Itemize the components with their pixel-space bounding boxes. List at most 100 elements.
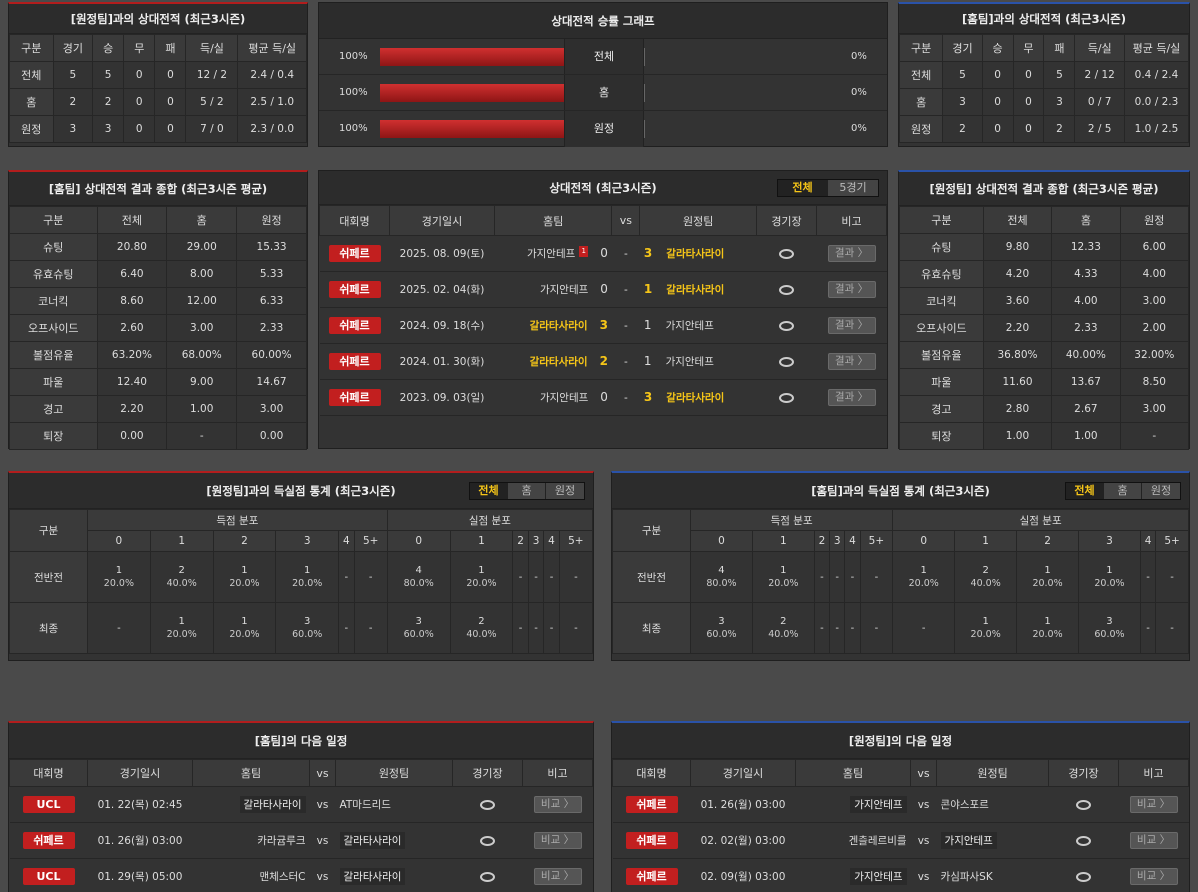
table-cell: 0 (1012, 115, 1045, 143)
away-score: 1 (643, 318, 652, 332)
table-row: 볼점유율 63.20% 68.00% 60.00% (9, 341, 307, 369)
count: - (1146, 571, 1150, 583)
result-button[interactable]: 결과 〉 (827, 281, 876, 298)
away-team-cell: 1 가지안테프 (639, 343, 757, 380)
count: - (1170, 622, 1174, 634)
tab-all[interactable]: 전체 (778, 180, 828, 196)
row-label: 코너킥 (9, 287, 98, 315)
count: 1 (241, 616, 248, 627)
compare-button[interactable]: 비교 〉 (533, 832, 582, 849)
compare-button[interactable]: 비교 〉 (1129, 796, 1178, 813)
home-schedule-panel: [홈팀]의 다음 일정 대회명 경기일시 홈팀 vs 원정팀 경기장 비고 UCL 01. 22… (8, 721, 594, 892)
table-row: 쉬페르 02. 02(월) 03:00 겐츨레르비를 vs 가지안테프 비교 〉 (612, 822, 1189, 859)
column-header: 경기일시 (690, 759, 796, 787)
table-cell: 1.00 (1051, 422, 1121, 450)
table-row: 코너킥 3.60 4.00 3.00 (899, 287, 1190, 315)
goal-count-header: 4 (338, 530, 355, 552)
win-bar-fill (380, 120, 564, 138)
percent: 80.0% (706, 578, 737, 589)
table-cell: 0 (154, 61, 187, 89)
result-button[interactable]: 결과 〉 (827, 353, 876, 370)
home-team: 가지안테프 (850, 868, 907, 885)
win-bar-track (380, 84, 564, 102)
tab-5-games[interactable]: 5경기 (828, 180, 878, 196)
row-label: 볼점유율 (899, 341, 984, 369)
count: 3 (1106, 616, 1113, 627)
count: - (549, 622, 554, 634)
league-badge: 쉬페르 (625, 868, 678, 885)
dist-cell: 4 80.0% (690, 551, 753, 603)
tab-away[interactable]: 원정 (546, 483, 584, 499)
column-header: 원정 (236, 206, 307, 234)
tab-all[interactable]: 전체 (470, 483, 508, 499)
column-header: 경기 (942, 34, 983, 62)
table-cell: 4.20 (982, 260, 1053, 288)
dist-cell: - (543, 602, 560, 654)
result-button[interactable]: 결과 〉 (827, 245, 876, 262)
table-cell: 2.4 / 0.4 (237, 61, 307, 89)
column-header: 원정팀 (639, 205, 757, 236)
dist-cell: 3 60.0% (1078, 602, 1141, 654)
home-team: 가지안테프 (850, 796, 907, 813)
right-percent: 0% (851, 123, 867, 134)
row-label: 오프사이드 (899, 314, 984, 342)
column-header: 대회명 (9, 759, 88, 787)
goal-count-header: 1 (954, 530, 1018, 552)
row-label: 원정 (898, 115, 944, 143)
compare-button[interactable]: 비교 〉 (1129, 832, 1178, 849)
dist-cell: - (829, 551, 846, 603)
dist-cell: - (512, 551, 529, 603)
home-team: 가지안테프 (539, 284, 589, 296)
stadium-icon (1076, 835, 1091, 846)
column-header: 평균 득/실 (237, 34, 307, 62)
dist-cell: 1 20.0% (954, 602, 1018, 654)
dist-cell: 2 40.0% (751, 602, 815, 654)
home-h2h-table: 구분 경기 승 무 패 득/실 평균 득/실 전체 5 0 0 5 2 / 12 0.4 / 2.4 홈 3 0… (898, 34, 1190, 143)
header-row: 대회명 경기일시 홈팀 vs 원정팀 경기장 비고 (612, 759, 1189, 787)
table-cell: 0 (1012, 88, 1045, 116)
count: 4 (415, 565, 422, 576)
away-h2h-title: [원정팀]과의 상대전적 (최근3시즌) (9, 4, 307, 34)
table-cell: 2 / 12 (1074, 61, 1125, 89)
dist-cell: 1 20.0% (1078, 551, 1141, 603)
count: - (117, 622, 121, 634)
table-cell: - (166, 422, 238, 450)
count: 2 (478, 616, 485, 627)
tab-home[interactable]: 홈 (1104, 483, 1142, 499)
dist-cell: 1 20.0% (751, 551, 815, 603)
dist-cell: - (813, 602, 831, 654)
header-row: 대회명 경기일시 홈팀 vs 원정팀 경기장 비고 (319, 205, 887, 236)
compare-button[interactable]: 비교 〉 (533, 868, 582, 885)
tab-home[interactable]: 홈 (508, 483, 546, 499)
goal-count-header: 3 (829, 530, 846, 552)
win-bar-fill (380, 84, 564, 102)
compare-button[interactable]: 비교 〉 (1129, 868, 1178, 885)
table-row: 쉬페르 2024. 01. 30(화) 갈라타사라이 2-1 가지안테프 결과 〉 (319, 343, 887, 380)
away-team: 가지안테프 (940, 832, 997, 849)
percent: 60.0% (1094, 629, 1125, 640)
column-header: 경기장 (452, 759, 523, 787)
percent: 20.0% (970, 629, 1001, 640)
header-row: 구분 경기 승 무 패 득/실 평균 득/실 (898, 34, 1190, 62)
table-row: 쉬페르 2024. 09. 18(수) 갈라타사라이 3-1 가지안테프 결과 〉 (319, 307, 887, 344)
table-cell: 0.00 (236, 422, 307, 450)
stadium-icon (1076, 871, 1091, 882)
away-schedule-table: 대회명 경기일시 홈팀 vs 원정팀 경기장 비고 쉬페르 01. 26(월) 03:00 가지안… (612, 759, 1189, 892)
row-label: 전반전 (9, 551, 88, 603)
home-team-cell: 가지안테프 0 (494, 379, 612, 416)
row-label: 홈 (898, 88, 944, 116)
vs-label: vs (309, 786, 336, 823)
match-date: 2025. 02. 04(화) (389, 271, 495, 308)
column-header: 경기 (52, 34, 94, 62)
home-score: 0 (600, 246, 608, 260)
table-cell: 0.00 (96, 422, 168, 450)
table-cell: 36.80% (982, 341, 1053, 369)
result-button[interactable]: 결과 〉 (827, 389, 876, 406)
count: - (820, 622, 824, 634)
result-button[interactable]: 결과 〉 (827, 317, 876, 334)
dist-cell: - (844, 551, 861, 603)
tab-away[interactable]: 원정 (1142, 483, 1180, 499)
match-date: 01. 22(목) 02:45 (87, 786, 193, 823)
tab-all[interactable]: 전체 (1066, 483, 1104, 499)
compare-button[interactable]: 비교 〉 (533, 796, 582, 813)
